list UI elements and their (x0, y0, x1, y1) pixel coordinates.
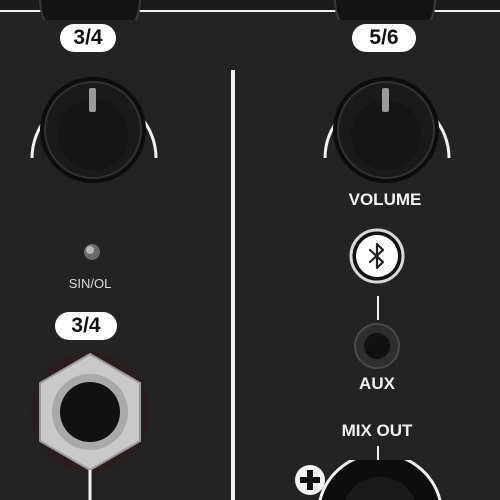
knob-top-left-partial (39, 0, 141, 20)
volume-label: VOLUME (348, 190, 422, 209)
gain-knob[interactable] (18, 60, 168, 200)
knob-indicator (89, 88, 96, 112)
aux-input-jack[interactable] (352, 321, 402, 371)
signal-led-label: SIN/OL (68, 276, 112, 291)
mixer-panel: 3/4 SIN/OL 3/4 5/6 VOLUME AUX MIX OUT (0, 0, 500, 500)
bluetooth-button[interactable] (349, 228, 405, 284)
quarter-inch-jack[interactable] (20, 350, 150, 500)
knob-top-right-partial (334, 0, 436, 20)
mix-out-label: MIX OUT (341, 421, 413, 440)
volume-knob[interactable] (311, 60, 461, 200)
knob-indicator (382, 88, 389, 112)
gain-pill-label: 3/4 (60, 24, 116, 52)
channel-divider (231, 70, 235, 500)
input-pill-label: 3/4 (55, 312, 117, 340)
signal-led (84, 244, 100, 260)
volume-pill-label: 5/6 (352, 24, 416, 52)
mix-out-xlr-jack[interactable] (310, 460, 450, 500)
connector-line (377, 296, 379, 320)
aux-label: AUX (359, 374, 395, 393)
